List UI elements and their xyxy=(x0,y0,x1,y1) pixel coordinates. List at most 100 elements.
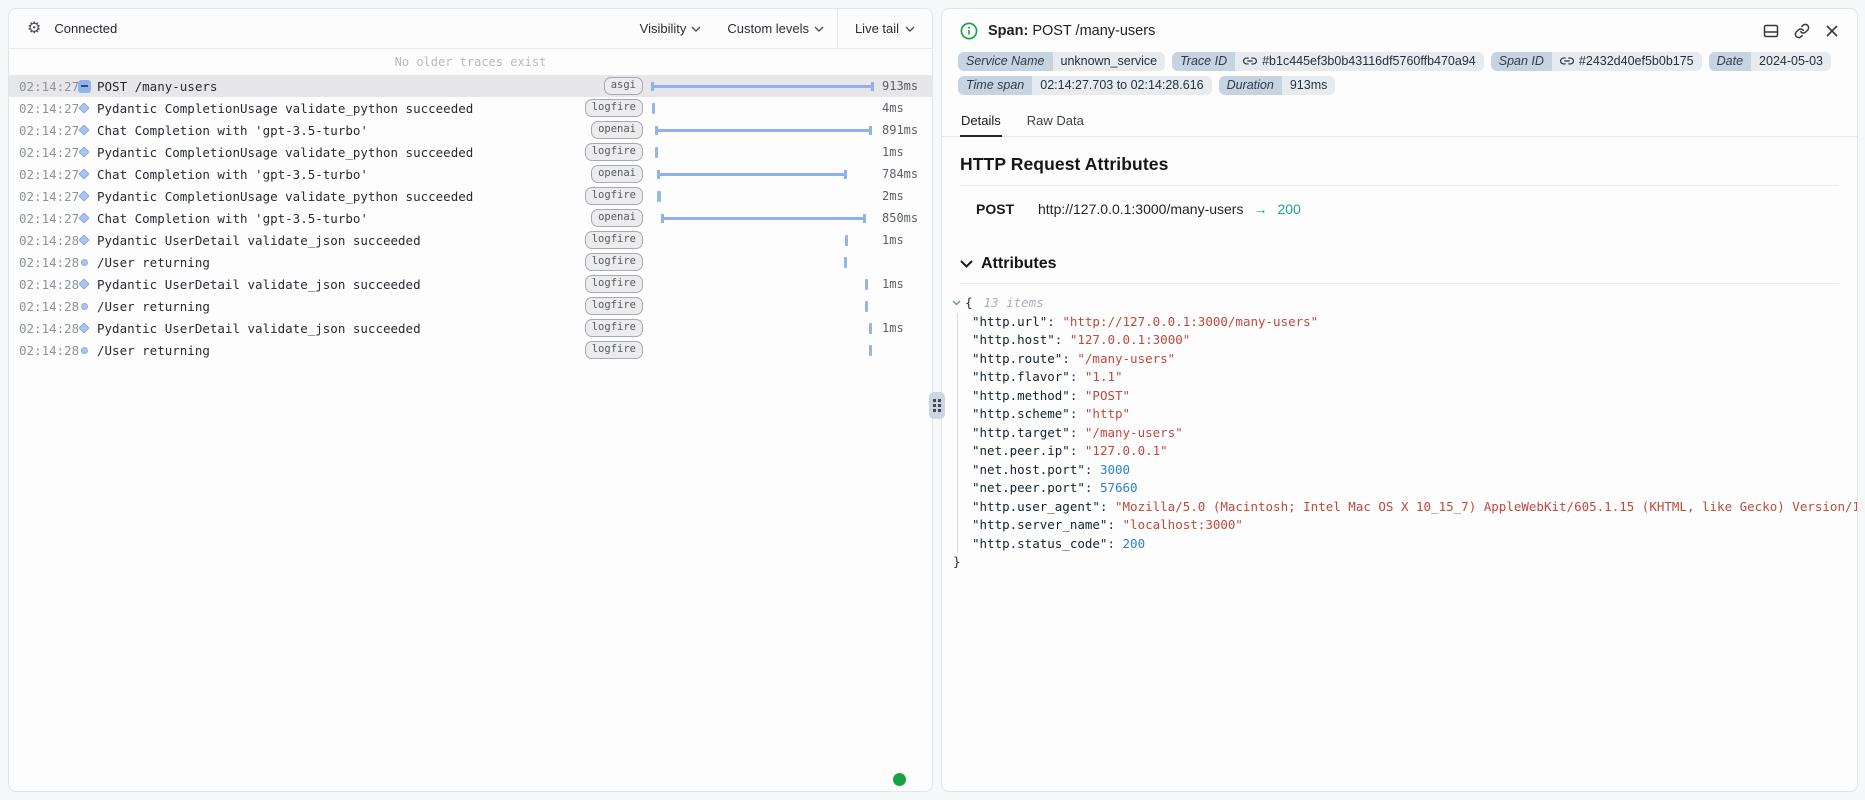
trace-name: Pydantic CompletionUsage validate_python… xyxy=(97,101,589,116)
bar-tick xyxy=(657,191,660,202)
trace-toolbar: ⚙ Connected Visibility Custom levels Liv… xyxy=(9,9,932,49)
trace-duration-bar xyxy=(651,295,874,317)
trace-timestamp: 02:14:27 xyxy=(9,145,71,160)
badge-value: 913ms xyxy=(1282,76,1336,95)
trace-duration-bar xyxy=(651,97,874,119)
trace-row[interactable]: 02:14:27 Pydantic CompletionUsage validat… xyxy=(9,97,932,119)
trace-row[interactable]: 02:14:27Chat Completion with 'gpt-3.5-tu… xyxy=(9,207,932,229)
trace-row[interactable]: 02:14:27Chat Completion with 'gpt-3.5-tu… xyxy=(9,163,932,185)
attributes-toggle[interactable]: Attributes xyxy=(960,255,1839,273)
http-url: http://127.0.0.1:3000/many-users xyxy=(1038,201,1243,217)
bar-cap xyxy=(844,170,847,179)
diamond-shape xyxy=(78,168,89,179)
badge-value[interactable]: #b1c445ef3b0b43116df5760ffb470a94 xyxy=(1235,52,1484,71)
tag-pill: logfire xyxy=(585,319,643,337)
diamond-shape xyxy=(78,212,89,223)
connection-status: Connected xyxy=(54,21,117,36)
json-value: "1.1" xyxy=(1085,369,1123,384)
attributes-json: { 13 items "http.url": "http://127.0.0.1… xyxy=(952,294,1839,572)
json-value: 200 xyxy=(1123,536,1146,551)
json-key: "http.method" xyxy=(972,388,1070,403)
collapse-toggle-icon[interactable] xyxy=(71,80,97,93)
span-diamond-icon xyxy=(71,192,97,200)
no-older-traces-notice: No older traces exist xyxy=(9,49,932,75)
trace-tag: logfire xyxy=(589,253,643,271)
attributes-title: Attributes xyxy=(981,255,1057,273)
span-header: Span: POST /many-users xyxy=(942,9,1857,48)
json-entry: "http.method": "POST" xyxy=(972,387,1839,406)
bar-tick xyxy=(655,147,658,158)
trace-tag: logfire xyxy=(589,275,643,293)
span-diamond-icon xyxy=(71,236,97,244)
json-collapse-icon[interactable] xyxy=(952,300,961,306)
section-title: HTTP Request Attributes xyxy=(960,154,1839,175)
chevron-down-icon xyxy=(905,26,915,32)
trace-row[interactable]: 02:14:27 Chat Completion with 'gpt-3.5-tu… xyxy=(9,119,932,141)
chevron-down-icon xyxy=(691,26,701,32)
trace-row[interactable]: 02:14:28/User returninglogfire xyxy=(9,339,932,361)
trace-row[interactable]: 02:14:27Pydantic CompletionUsage validat… xyxy=(9,141,932,163)
tab-raw-data[interactable]: Raw Data xyxy=(1026,107,1085,136)
trace-row[interactable]: 02:14:27POST /many-usersasgi913ms xyxy=(9,75,932,97)
bar-cap xyxy=(871,82,874,91)
trace-row[interactable]: 02:14:27Pydantic CompletionUsage validat… xyxy=(9,185,932,207)
panel-resize-handle[interactable] xyxy=(929,392,945,419)
diamond-shape xyxy=(78,278,89,289)
tag-pill: openai xyxy=(591,121,643,139)
bar-cap xyxy=(655,126,658,135)
trace-timestamp: 02:14:27 xyxy=(9,123,71,138)
arrow-right-icon: → xyxy=(1253,201,1267,217)
trace-row[interactable]: 02:14:28/User returninglogfire xyxy=(9,295,932,317)
badge-label: Service Name xyxy=(958,52,1053,71)
trace-row[interactable]: 02:14:28Pydantic UserDetail validate_jso… xyxy=(9,317,932,339)
close-icon[interactable] xyxy=(1825,24,1839,38)
trace-duration-bar xyxy=(651,251,874,273)
badge-trace-id: Trace ID#b1c445ef3b0b43116df5760ffb470a9… xyxy=(1172,52,1484,71)
json-entry: "http.flavor": "1.1" xyxy=(972,368,1839,387)
trace-timestamp: 02:14:28 xyxy=(9,255,71,270)
trace-tag: openai xyxy=(589,121,643,139)
bar-tick xyxy=(865,279,868,290)
divider xyxy=(960,283,1839,284)
live-tail-dropdown[interactable]: Live tail xyxy=(837,9,932,48)
json-key: "http.route" xyxy=(972,351,1062,366)
tag-pill: logfire xyxy=(585,253,643,271)
badge-span-id: Span ID#2432d40ef5b0b175 xyxy=(1491,52,1702,71)
diamond-shape xyxy=(78,146,89,157)
span-diamond-icon xyxy=(71,214,97,222)
span-diamond-icon xyxy=(71,148,97,156)
tag-pill: logfire xyxy=(585,187,643,205)
custom-levels-dropdown[interactable]: Custom levels xyxy=(714,9,837,48)
trace-duration-bar xyxy=(651,163,874,185)
span-badges: Service Nameunknown_service Trace ID#b1c4… xyxy=(942,48,1857,95)
tag-pill: openai xyxy=(591,165,643,183)
link-icon[interactable] xyxy=(1794,23,1810,39)
settings-gear-icon[interactable]: ⚙ xyxy=(27,21,41,37)
trace-tag: logfire xyxy=(589,187,643,205)
bar-cap xyxy=(863,214,866,223)
trace-tag: openai xyxy=(589,209,643,227)
trace-timestamp: 02:14:27 xyxy=(9,101,71,116)
json-close-brace: } xyxy=(953,553,1839,572)
trace-row[interactable]: 02:14:28Pydantic UserDetail validate_jso… xyxy=(9,229,932,251)
visibility-dropdown[interactable]: Visibility xyxy=(627,9,715,48)
bar-cap xyxy=(869,126,872,135)
trace-timestamp: 02:14:28 xyxy=(9,299,71,314)
badge-service-name: Service Nameunknown_service xyxy=(958,52,1165,71)
trace-name: Pydantic CompletionUsage validate_python… xyxy=(97,189,589,204)
trace-row[interactable]: 02:14:28Pydantic UserDetail validate_jso… xyxy=(9,273,932,295)
bar-tick xyxy=(869,345,872,356)
trace-duration-label: 1ms xyxy=(874,321,932,335)
trace-name: POST /many-users xyxy=(97,79,589,94)
trace-duration-label: 1ms xyxy=(874,233,932,247)
trace-row[interactable]: 02:14:28/User returninglogfire xyxy=(9,251,932,273)
tab-details[interactable]: Details xyxy=(960,107,1002,137)
trace-name: Chat Completion with 'gpt-3.5-turbo' xyxy=(97,123,589,138)
json-entry: "net.host.port": 3000 xyxy=(972,461,1839,480)
panel-icon[interactable] xyxy=(1763,23,1779,39)
trace-tag: logfire xyxy=(589,297,643,315)
badge-value[interactable]: #2432d40ef5b0b175 xyxy=(1552,52,1702,71)
details-tabs: Details Raw Data xyxy=(942,107,1857,137)
diamond-shape xyxy=(78,322,89,333)
http-status-code: 200 xyxy=(1277,201,1300,217)
